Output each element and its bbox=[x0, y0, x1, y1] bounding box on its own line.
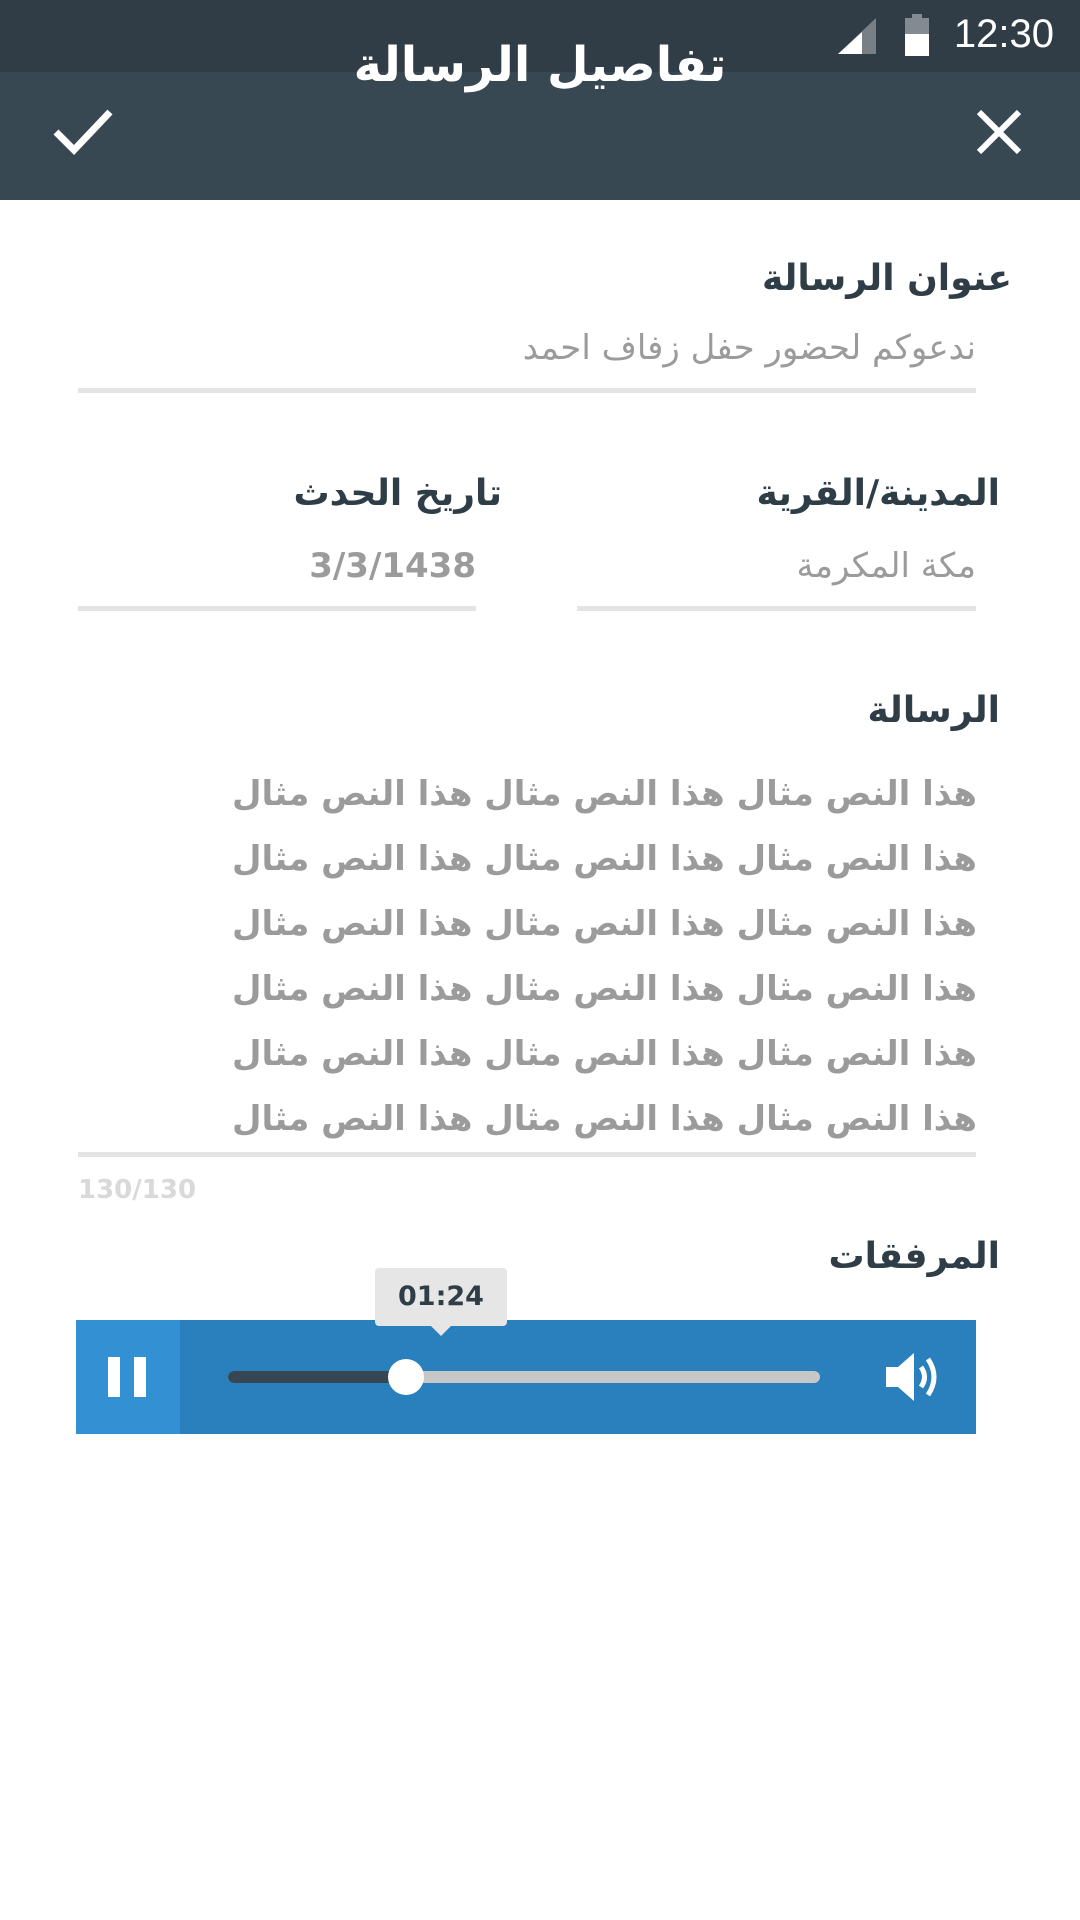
char-counter: 130/130 bbox=[78, 1175, 197, 1205]
subject-label: عنوان الرسالة bbox=[762, 258, 1012, 299]
battery-icon bbox=[905, 14, 929, 56]
tooltip-arrow bbox=[431, 1326, 451, 1336]
pause-icon bbox=[108, 1357, 146, 1397]
message-underline bbox=[78, 1152, 976, 1157]
message-field[interactable]: هذا النص مثال هذا النص مثال هذا النص مثا… bbox=[232, 762, 977, 1152]
check-icon[interactable] bbox=[52, 106, 114, 156]
event-date-underline bbox=[78, 606, 476, 611]
message-line: هذا النص مثال هذا النص مثال هذا النص مثا… bbox=[232, 774, 977, 814]
message-label: الرسالة bbox=[867, 690, 1000, 731]
seek-bar[interactable] bbox=[228, 1359, 820, 1395]
city-label: المدينة/القرية bbox=[756, 473, 1001, 514]
message-line: هذا النص مثال هذا النص مثال هذا النص مثا… bbox=[232, 1034, 977, 1074]
status-time: 12:30 bbox=[953, 12, 1054, 56]
city-underline bbox=[577, 606, 976, 611]
attachments-label: المرفقات bbox=[828, 1236, 1000, 1277]
page-title: تفاصيل الرسالة bbox=[353, 37, 727, 93]
pause-button[interactable] bbox=[76, 1320, 180, 1434]
current-time: 01:24 bbox=[398, 1281, 484, 1312]
seek-bar-progress bbox=[228, 1371, 406, 1383]
close-icon[interactable] bbox=[975, 108, 1023, 156]
message-line: هذا النص مثال هذا النص مثال هذا النص مثا… bbox=[232, 969, 977, 1009]
audio-player bbox=[76, 1320, 976, 1434]
time-tooltip: 01:24 bbox=[375, 1268, 507, 1336]
event-date-label: تاريخ الحدث bbox=[293, 473, 502, 514]
subject-underline bbox=[78, 388, 976, 393]
event-date-field[interactable]: 3/3/1438 bbox=[309, 546, 476, 586]
subject-field[interactable]: ندعوكم لحضور حفل زفاف احمد bbox=[523, 328, 976, 368]
volume-icon[interactable] bbox=[886, 1351, 942, 1403]
city-field[interactable]: مكة المكرمة bbox=[797, 546, 976, 586]
message-line: هذا النص مثال هذا النص مثال هذا النص مثا… bbox=[232, 904, 977, 944]
message-line: هذا النص مثال هذا النص مثال هذا النص مثا… bbox=[232, 839, 977, 879]
seek-thumb[interactable] bbox=[387, 1359, 424, 1395]
message-line: هذا النص مثال هذا النص مثال هذا النص مثا… bbox=[232, 1099, 977, 1139]
